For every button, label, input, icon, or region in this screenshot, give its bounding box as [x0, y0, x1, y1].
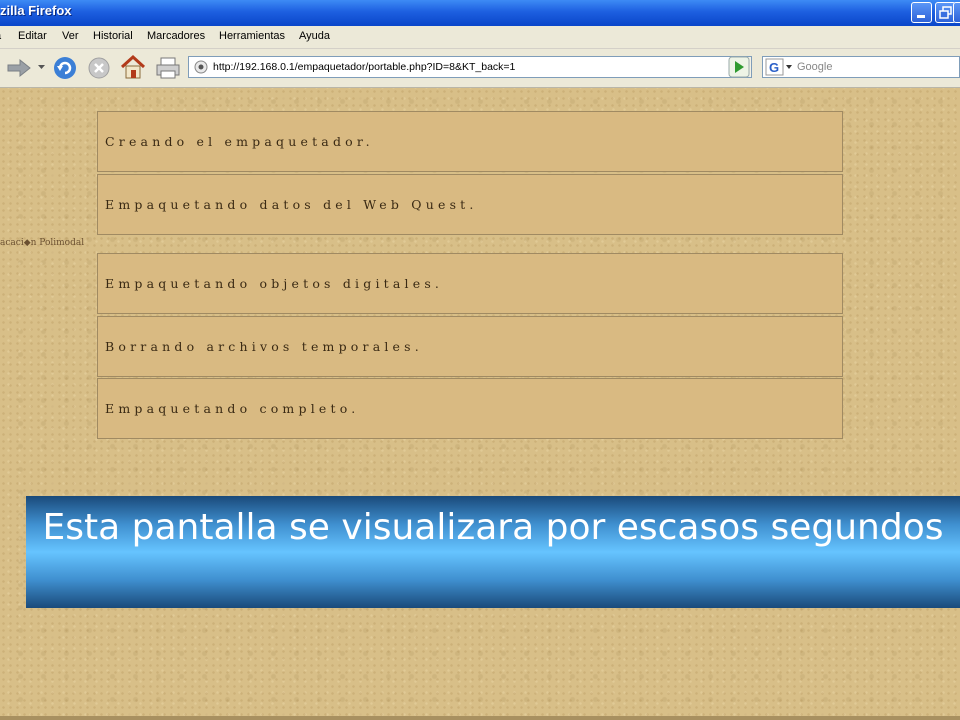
close-button[interactable] [953, 2, 960, 23]
home-icon[interactable] [119, 53, 147, 81]
google-search-engine-icon[interactable]: G [765, 58, 793, 76]
menu-herramientas[interactable]: Herramientas [219, 30, 285, 42]
page-content: acaci◆n Polimodal Creando el empaquetado… [0, 88, 960, 720]
status-strip [0, 716, 960, 720]
step-text: Borrando archivos temporales. [105, 339, 423, 354]
menu-ayuda[interactable]: Ayuda [299, 30, 330, 42]
minimize-button[interactable] [911, 2, 932, 23]
caption-text: Esta pantalla se visualizara por escasos… [42, 507, 944, 548]
go-button-icon[interactable] [728, 56, 750, 78]
minimize-icon [917, 15, 925, 18]
step-text: Empaquetando objetos digitales. [105, 276, 444, 291]
menu-marcadores[interactable]: Marcadores [147, 30, 205, 42]
menu-editar[interactable]: Editar [18, 30, 47, 42]
step-box: Borrando archivos temporales. [97, 316, 843, 377]
url-text[interactable]: http://192.168.0.1/empaquetador/portable… [213, 61, 515, 73]
svg-text:G: G [769, 60, 779, 75]
caption-banner: Esta pantalla se visualizara por escasos… [26, 496, 960, 608]
search-placeholder: Google [797, 61, 833, 73]
address-bar[interactable]: http://192.168.0.1/empaquetador/portable… [188, 56, 752, 78]
step-text: Empaquetando completo. [105, 401, 360, 416]
step-text: Creando el empaquetador. [105, 134, 374, 149]
step-text: Empaquetando datos del Web Quest. [105, 197, 478, 212]
print-icon[interactable] [155, 55, 181, 81]
step-box: Empaquetando completo. [97, 378, 843, 439]
reload-icon[interactable] [52, 55, 78, 81]
window-titlebar: zilla Firefox [0, 0, 960, 26]
menu-historial[interactable]: Historial [93, 30, 133, 42]
step-box: Creando el empaquetador. [97, 111, 843, 172]
side-label: acaci◆n Polimodal [0, 238, 85, 248]
stop-icon[interactable] [87, 56, 111, 80]
history-dropdown-icon[interactable] [37, 63, 46, 71]
step-box: Empaquetando objetos digitales. [97, 253, 843, 314]
search-box[interactable]: G Google [762, 56, 960, 78]
menu-ver[interactable]: Ver [62, 30, 79, 42]
forward-arrow-icon[interactable] [6, 57, 32, 79]
menu-bar: a Editar Ver Historial Marcadores Herram… [0, 26, 960, 49]
window-title: zilla Firefox [0, 3, 72, 18]
menu-archivo[interactable]: a [0, 30, 1, 42]
navigation-toolbar: http://192.168.0.1/empaquetador/portable… [0, 49, 960, 88]
site-identity-icon [194, 60, 208, 74]
step-box: Empaquetando datos del Web Quest. [97, 174, 843, 235]
